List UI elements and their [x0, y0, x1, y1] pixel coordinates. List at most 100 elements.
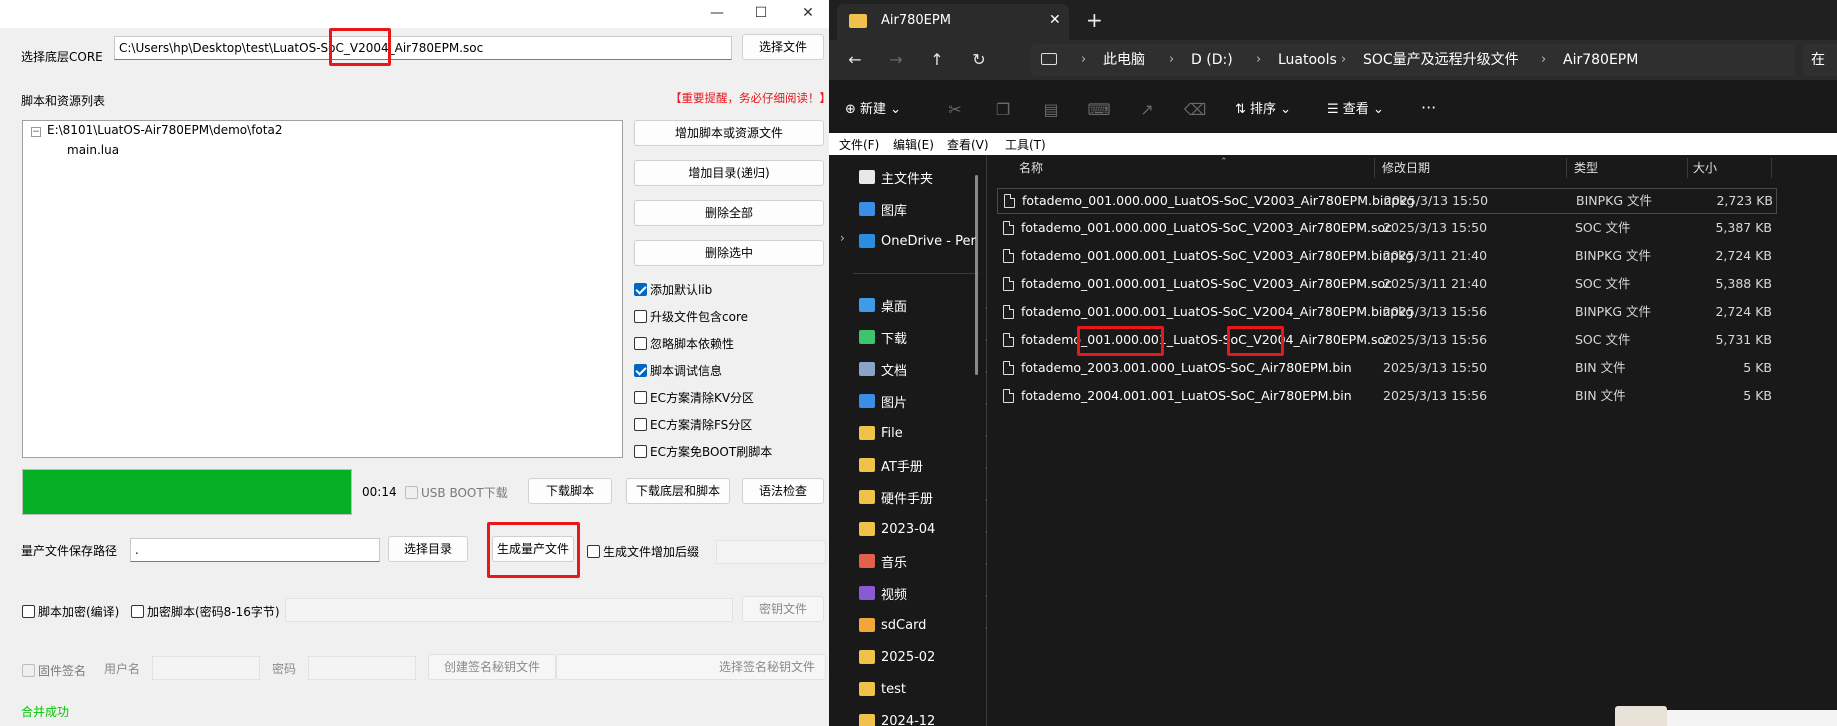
output-path-field[interactable]: .: [130, 538, 380, 562]
option-checkbox[interactable]: EC方案清除FS分区: [634, 416, 752, 433]
address-bar[interactable]: › 此电脑 › D (D:) › Luatools › SOC量产及远程升级文件 › Air780…: [1031, 44, 1795, 76]
menu-file[interactable]: 文件(F): [839, 136, 879, 153]
create-key-button[interactable]: 创建签名秘钥文件: [428, 654, 556, 680]
forward-icon[interactable]: →: [882, 46, 910, 74]
file-row[interactable]: fotademo_001.000.001_LuatOS-SoC_V2003_Ai…: [997, 244, 1777, 270]
tab-air780epm[interactable]: Air780EPM ✕: [837, 4, 1069, 40]
delete-icon[interactable]: ⌫: [1181, 96, 1209, 124]
nav-item[interactable]: 2024-12: [859, 707, 987, 726]
option-checkbox[interactable]: 脚本调试信息: [634, 362, 722, 379]
nav-item[interactable]: 主文件夹: [859, 163, 987, 191]
column-date[interactable]: 修改日期: [1382, 155, 1430, 181]
nav-item[interactable]: 桌面📌: [859, 291, 996, 319]
download-core-script-button[interactable]: 下载底层和脚本: [626, 478, 730, 504]
breadcrumb-item[interactable]: Luatools: [1278, 40, 1337, 80]
encrypt-password-checkbox[interactable]: 加密脚本(密码8-16字节): [131, 603, 280, 620]
nav-item[interactable]: 2025-02: [859, 643, 987, 671]
script-tree[interactable]: − E:\8101\LuatOS-Air780EPM\demo\fota2 ma…: [22, 120, 623, 458]
syntax-check-button[interactable]: 语法检查: [742, 478, 824, 504]
view-button[interactable]: ☰ 查看 ⌄: [1327, 98, 1384, 122]
delete-selected-button[interactable]: 删除选中: [634, 240, 824, 266]
nav-item[interactable]: 音乐📌: [859, 547, 996, 575]
core-path-field[interactable]: C:\Users\hp\Desktop\test\LuatOS-SoC_V200…: [114, 36, 732, 60]
breadcrumb-chevron-icon[interactable]: ›: [1169, 40, 1174, 80]
file-row[interactable]: fotademo_001.000.001_LuatOS-SoC_V2004_Ai…: [997, 300, 1777, 326]
file-row[interactable]: fotademo_001.000.000_LuatOS-SoC_V2003_Ai…: [997, 216, 1777, 242]
suffix-field[interactable]: [716, 540, 826, 564]
file-row[interactable]: fotademo_001.000.001_LuatOS-SoC_V2004_Ai…: [997, 328, 1777, 354]
nav-item[interactable]: 文档📌: [859, 355, 996, 383]
add-suffix-checkbox[interactable]: 生成文件增加后缀: [587, 543, 699, 560]
collapse-icon[interactable]: −: [31, 127, 41, 137]
minimize-icon[interactable]: —: [706, 3, 728, 23]
column-size[interactable]: 大小: [1693, 155, 1717, 181]
breadcrumb-item[interactable]: 此电脑: [1103, 40, 1145, 80]
file-row[interactable]: fotademo_2003.001.000_LuatOS-SoC_Air780E…: [997, 356, 1777, 382]
checkbox-box[interactable]: [634, 391, 647, 404]
new-button[interactable]: ⊕ 新建 ⌄: [845, 98, 901, 122]
choose-dir-button[interactable]: 选择目录: [388, 536, 468, 562]
cut-icon[interactable]: ✂: [941, 96, 969, 124]
nav-item[interactable]: test: [859, 675, 987, 703]
breadcrumb-chevron-icon[interactable]: ›: [1341, 40, 1346, 80]
nav-item[interactable]: 硬件手册📌: [859, 483, 996, 511]
option-checkbox[interactable]: EC方案免BOOT刷脚本: [634, 443, 772, 460]
column-type[interactable]: 类型: [1574, 155, 1598, 181]
add-script-button[interactable]: 增加脚本或资源文件: [634, 120, 824, 146]
rename-icon[interactable]: ⌨: [1085, 96, 1113, 124]
usb-boot-checkbox[interactable]: USB BOOT下载: [405, 484, 508, 501]
nav-item[interactable]: File📌: [859, 419, 996, 447]
checkbox-box[interactable]: [634, 337, 647, 350]
tree-root[interactable]: E:\8101\LuatOS-Air780EPM\demo\fota2: [47, 123, 282, 137]
share-icon[interactable]: ↗: [1133, 96, 1161, 124]
navigation-pane[interactable]: › 主文件夹图库 OneDrive - Per 桌面📌 下载📌 文档📌 图片📌 File📌 A…: [829, 155, 996, 726]
checkbox-box[interactable]: [634, 283, 647, 296]
nav-item[interactable]: 2023-04📌: [859, 515, 996, 543]
nav-item[interactable]: 图库: [859, 195, 987, 223]
generate-mass-file-button[interactable]: 生成量产文件: [492, 536, 574, 562]
menu-tools[interactable]: 工具(T): [1005, 136, 1046, 153]
nav-item[interactable]: OneDrive - Per: [859, 227, 987, 255]
more-icon[interactable]: ···: [1421, 96, 1436, 120]
column-divider[interactable]: [1687, 158, 1688, 178]
tab-close-icon[interactable]: ✕: [1049, 12, 1061, 28]
checkbox-box[interactable]: [634, 310, 647, 323]
back-icon[interactable]: ←: [841, 46, 869, 74]
column-divider[interactable]: [1566, 158, 1567, 178]
refresh-icon[interactable]: ↻: [965, 46, 993, 74]
file-row[interactable]: fotademo_2004.001.001_LuatOS-SoC_Air780E…: [997, 384, 1777, 410]
breadcrumb-item[interactable]: D (D:): [1191, 40, 1233, 80]
encrypt-password-field[interactable]: [285, 598, 733, 622]
column-divider[interactable]: [1374, 158, 1375, 178]
breadcrumb-chevron-icon[interactable]: ›: [1256, 40, 1261, 80]
column-name[interactable]: 名称: [1019, 155, 1043, 181]
add-dir-button[interactable]: 增加目录(递归): [634, 160, 824, 186]
checkbox-box[interactable]: [634, 418, 647, 431]
nav-item[interactable]: sdCard📌: [859, 611, 996, 639]
firmware-sign-checkbox[interactable]: 固件签名: [22, 662, 86, 679]
search-box[interactable]: 在: [1803, 44, 1837, 76]
menu-view[interactable]: 查看(V): [947, 136, 989, 153]
delete-all-button[interactable]: 删除全部: [634, 200, 824, 226]
file-list[interactable]: 名称 ⌃ 修改日期 类型 大小 fotademo_001.000.000_Lua…: [987, 155, 1837, 726]
file-row[interactable]: fotademo_001.000.001_LuatOS-SoC_V2003_Ai…: [997, 272, 1777, 298]
warning-link[interactable]: 【重要提醒，务必仔细阅读！】: [670, 90, 830, 106]
file-row[interactable]: fotademo_001.000.000_LuatOS-SoC_V2003_Ai…: [997, 188, 1777, 214]
download-script-button[interactable]: 下载脚本: [528, 478, 612, 504]
nav-item[interactable]: AT手册📌: [859, 451, 996, 479]
password-field[interactable]: [308, 656, 416, 680]
copy-icon[interactable]: ❐: [989, 96, 1017, 124]
breadcrumb-item[interactable]: SOC量产及远程升级文件: [1363, 40, 1519, 80]
up-icon[interactable]: ↑: [923, 46, 951, 74]
checkbox-box[interactable]: [634, 445, 647, 458]
close-icon[interactable]: ✕: [797, 3, 819, 23]
choose-file-button[interactable]: 选择文件: [742, 34, 824, 60]
nav-item[interactable]: 图片📌: [859, 387, 996, 415]
username-field[interactable]: [152, 656, 260, 680]
option-checkbox[interactable]: 升级文件包含core: [634, 308, 748, 325]
choose-key-button[interactable]: 选择签名秘钥文件: [556, 654, 826, 680]
column-divider[interactable]: [1771, 158, 1772, 178]
tree-item-main-lua[interactable]: main.lua: [67, 143, 119, 157]
encrypt-compile-checkbox[interactable]: 脚本加密(编译): [22, 603, 119, 620]
option-checkbox[interactable]: EC方案清除KV分区: [634, 389, 754, 406]
